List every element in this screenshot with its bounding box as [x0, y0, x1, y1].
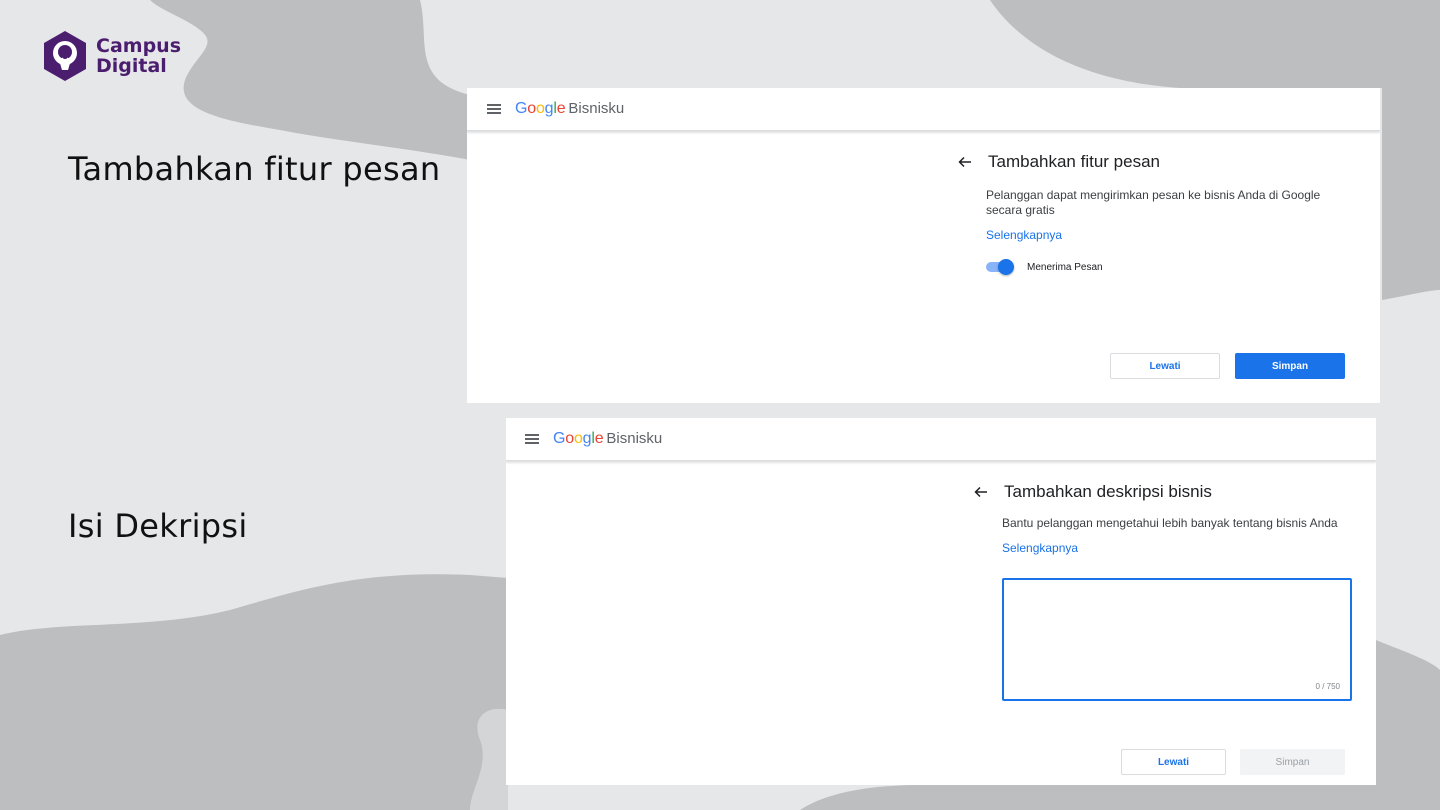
back-arrow-icon[interactable] [974, 485, 988, 499]
receive-messages-row: Menerima Pesan [986, 259, 1103, 275]
messaging-description: Pelanggan dapat mengirimkan pesan ke bis… [986, 188, 1346, 218]
step-label-messages: Tambahkan fitur pesan [68, 150, 441, 188]
app-header: Google Bisnisku [467, 88, 1380, 131]
description-panel: Google Bisnisku Tambahkan deskripsi bisn… [506, 418, 1376, 785]
logo-line-2: Digital [96, 55, 167, 77]
description-line-1: Pelanggan dapat mengirimkan pesan ke bis… [986, 188, 1321, 202]
app-header: Google Bisnisku [506, 418, 1376, 461]
google-bisnisku-brand: Google Bisnisku [515, 100, 624, 118]
google-wordmark: Google [553, 430, 604, 447]
receive-messages-toggle[interactable] [986, 259, 1014, 275]
back-arrow-icon[interactable] [958, 155, 972, 169]
learn-more-link[interactable]: Selengkapnya [986, 228, 1062, 242]
logo-line-1: Campus [96, 35, 181, 57]
menu-icon[interactable] [525, 434, 539, 444]
skip-button[interactable]: Lewati [1121, 749, 1226, 775]
save-button-disabled[interactable]: Simpan [1240, 749, 1345, 775]
description-line-2: secara gratis [986, 203, 1055, 217]
lightbulb-shield-icon [44, 31, 86, 81]
character-counter: 0 / 750 [1315, 682, 1340, 691]
menu-icon[interactable] [487, 104, 501, 114]
step-label-description: Isi Dekripsi [68, 507, 248, 545]
description-text: Bantu pelanggan mengetahui lebih banyak … [1002, 516, 1338, 530]
learn-more-link[interactable]: Selengkapnya [1002, 541, 1078, 555]
save-button[interactable]: Simpan [1235, 353, 1345, 379]
google-wordmark: Google [515, 100, 566, 117]
business-description-textarea[interactable]: 0 / 750 [1002, 578, 1352, 701]
brand-name: Bisnisku [606, 430, 663, 447]
skip-button[interactable]: Lewati [1110, 353, 1220, 379]
brand-name: Bisnisku [568, 100, 625, 117]
google-bisnisku-brand: Google Bisnisku [553, 430, 662, 448]
messaging-panel: Google Bisnisku Tambahkan fitur pesan Pe… [467, 88, 1380, 403]
page-title: Tambahkan deskripsi bisnis [1004, 482, 1212, 501]
toggle-label: Menerima Pesan [1027, 261, 1103, 273]
page-title: Tambahkan fitur pesan [988, 152, 1160, 171]
campus-digital-logo: Campus Digital [42, 30, 181, 82]
